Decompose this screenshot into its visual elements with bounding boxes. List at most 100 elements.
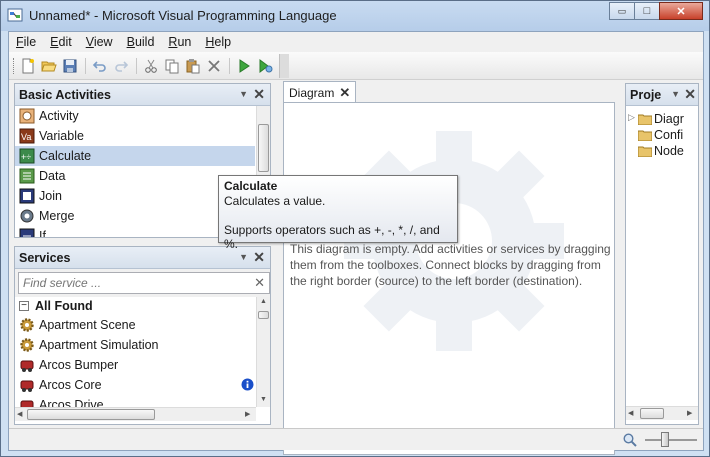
copy-button[interactable] (163, 57, 181, 75)
list-item-label: Calculate (39, 149, 92, 163)
run-button[interactable] (235, 57, 253, 75)
list-item[interactable]: Apartment Scene (15, 315, 255, 335)
services-horizontal-scrollbar[interactable]: ◀ ▶ (15, 407, 256, 421)
minimize-icon: ▭ (617, 5, 627, 16)
tree-item[interactable]: Diagr (638, 111, 684, 127)
tree-item[interactable]: Confi (638, 127, 683, 143)
open-button[interactable] (40, 57, 58, 75)
find-service-input[interactable] (19, 273, 239, 293)
scroll-up-icon[interactable]: ▲ (260, 298, 267, 305)
scroll-left-icon[interactable]: ◀ (628, 409, 633, 417)
diagram-canvas[interactable]: This diagram is empty. Add activities or… (283, 102, 615, 455)
redo-button[interactable] (112, 57, 130, 75)
list-item[interactable]: Apartment Simulation (15, 335, 255, 355)
paste-icon (186, 59, 200, 74)
list-item[interactable]: Activity (15, 106, 255, 126)
maximize-button[interactable]: □ (634, 2, 660, 20)
toolbar-separator (85, 58, 86, 74)
folder-icon (638, 146, 652, 157)
list-item[interactable]: Arcos Drive (15, 395, 255, 407)
menu-file[interactable]: File (9, 32, 43, 52)
expand-icon[interactable]: ▷ (628, 112, 635, 123)
collapse-icon[interactable]: − (19, 301, 29, 311)
scrollbar-thumb[interactable] (258, 311, 269, 319)
toolbar-separator (136, 58, 137, 74)
new-button[interactable] (19, 57, 37, 75)
tab-diagram[interactable]: Diagram ✕ (283, 81, 356, 103)
group-label: All Found (35, 299, 93, 313)
folder-icon (638, 114, 652, 125)
close-button[interactable]: ✕ (659, 2, 703, 20)
menu-run[interactable]: Run (161, 32, 198, 52)
list-item[interactable]: +÷ Calculate (15, 146, 255, 166)
zoom-icon (623, 433, 637, 447)
cut-icon (145, 59, 157, 73)
paste-button[interactable] (184, 57, 202, 75)
group-header[interactable]: − All Found (15, 297, 255, 315)
scroll-right-icon[interactable]: ▶ (687, 409, 692, 417)
list-item[interactable]: Arcos Bumper (15, 355, 255, 375)
scroll-left-icon[interactable]: ◀ (17, 410, 22, 418)
tab-diagram-label: Diagram (289, 85, 335, 100)
if-icon (19, 228, 35, 237)
window-title: Unnamed* - Microsoft Visual Programming … (29, 8, 337, 23)
panel-menu-icon[interactable]: ▼ (239, 89, 248, 99)
open-icon (41, 61, 57, 72)
save-icon (63, 59, 77, 73)
scrollbar-thumb[interactable] (640, 408, 664, 419)
tree-item-label: Diagr (654, 112, 684, 126)
info-icon[interactable] (241, 378, 254, 391)
tree-item[interactable]: Node (638, 143, 684, 159)
zoom-slider-thumb[interactable] (661, 432, 669, 447)
list-item-label: Apartment Scene (39, 318, 136, 332)
clear-search-icon[interactable]: ✕ (254, 275, 265, 291)
panel-menu-icon[interactable]: ▼ (671, 89, 680, 99)
title-bar[interactable]: Unnamed* - Microsoft Visual Programming … (1, 1, 709, 31)
list-item-label: Arcos Drive (39, 398, 104, 407)
list-item-label: If (39, 229, 46, 237)
cut-button[interactable] (142, 57, 160, 75)
window-controls: ▭ □ ✕ (609, 2, 703, 20)
zoom-slider-track[interactable] (645, 439, 697, 441)
menu-edit-key: E (50, 35, 59, 49)
tooltip: Calculate Calculates a value. Supports o… (218, 175, 458, 251)
list-item-label: Merge (39, 209, 75, 223)
services-vertical-scrollbar[interactable]: ▲ ▼ (256, 297, 270, 407)
panel-menu-icon[interactable]: ▼ (239, 252, 248, 262)
scroll-right-icon[interactable]: ▶ (245, 410, 250, 418)
calculate-icon: +÷ (19, 148, 35, 164)
tab-close-icon[interactable]: ✕ (339, 85, 350, 101)
basic-activities-title: Basic Activities (19, 88, 111, 102)
menu-view[interactable]: View (79, 32, 120, 52)
list-item[interactable]: Arcos Core (15, 375, 255, 395)
scrollbar-thumb[interactable] (27, 409, 155, 420)
menu-help[interactable]: Help (198, 32, 238, 52)
tree-item-label: Confi (654, 128, 684, 142)
scroll-down-icon[interactable]: ▼ (260, 396, 267, 403)
panel-close-icon[interactable]: ✕ (253, 86, 265, 103)
project-horizontal-scrollbar[interactable]: ◀ ▶ (626, 406, 698, 420)
list-item-label: Arcos Core (39, 378, 102, 392)
join-icon (19, 188, 35, 204)
services-list: − All Found Apartment Scene Apartment Si… (15, 297, 256, 407)
close-icon: ✕ (676, 5, 686, 18)
save-button[interactable] (61, 57, 79, 75)
menu-run-label: un (177, 35, 192, 49)
run-icon (239, 59, 250, 73)
project-header: Proje ▼ ✕ (626, 84, 698, 106)
search-box[interactable]: ✕ (18, 272, 270, 294)
menu-edit[interactable]: Edit (43, 32, 79, 52)
minimize-button[interactable]: ▭ (609, 2, 635, 20)
debug-button[interactable] (256, 57, 274, 75)
menu-file-key: F (16, 35, 24, 49)
undo-button[interactable] (91, 57, 109, 75)
toolbar-overflow-button[interactable] (279, 54, 289, 78)
panel-close-icon[interactable]: ✕ (253, 249, 265, 266)
toolbar-grip[interactable] (13, 58, 16, 74)
list-item[interactable]: Va Variable (15, 126, 255, 146)
delete-button[interactable] (205, 57, 223, 75)
scrollbar-thumb[interactable] (258, 124, 269, 172)
menu-build-key: B (126, 35, 135, 49)
panel-close-icon[interactable]: ✕ (684, 86, 696, 103)
menu-build[interactable]: Build (120, 32, 162, 52)
